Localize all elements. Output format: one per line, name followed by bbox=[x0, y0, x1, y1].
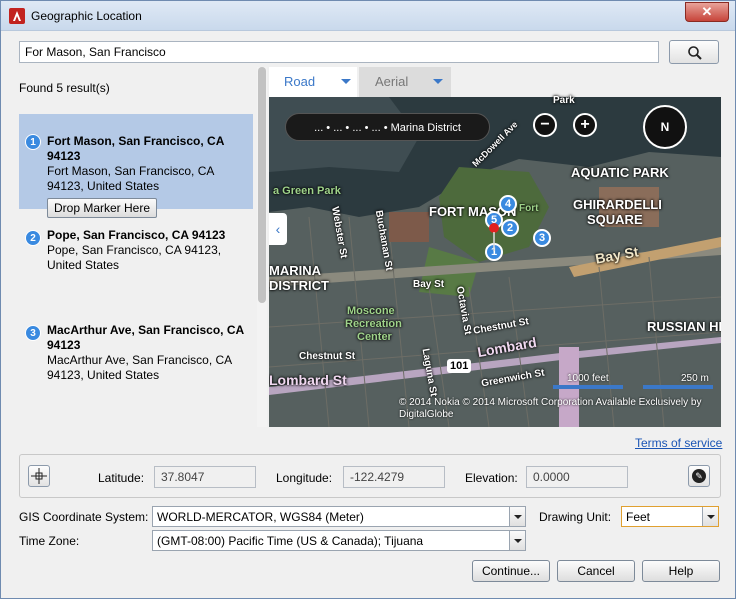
map-label-green-park: a Green Park bbox=[273, 185, 341, 197]
zoom-out-button[interactable]: − bbox=[533, 113, 557, 137]
tab-aerial-label: Aerial bbox=[375, 74, 409, 89]
map-type-tabs: Road Aerial bbox=[269, 67, 721, 97]
result-marker-4[interactable]: 4 bbox=[499, 195, 517, 213]
map-label-lombard-st: Lombard St bbox=[269, 372, 347, 388]
geographic-location-dialog: Geographic Location ✕ Found 5 result(s) … bbox=[0, 0, 736, 599]
chevron-down-icon[interactable] bbox=[509, 507, 525, 526]
tab-aerial[interactable]: Aerial bbox=[359, 67, 451, 97]
scale-label-feet: 1000 feet bbox=[567, 373, 609, 384]
drop-marker-button[interactable]: Drop Marker Here bbox=[47, 198, 158, 218]
result-address: Pope, San Francisco, CA 94123, United St… bbox=[47, 243, 222, 272]
terms-of-service-link[interactable]: Terms of service bbox=[635, 436, 722, 450]
cancel-button[interactable]: Cancel bbox=[557, 560, 635, 582]
results-count: Found 5 result(s) bbox=[19, 81, 110, 95]
drawing-unit-value: Feet bbox=[626, 510, 651, 524]
map-label-ghirardelli: GHIRARDELLI bbox=[573, 197, 662, 212]
highway-101-shield: 101 bbox=[447, 359, 472, 373]
map-label-fort: Fort bbox=[519, 203, 539, 214]
map-label-district: DISTRICT bbox=[269, 278, 329, 293]
tab-road-label: Road bbox=[284, 74, 316, 89]
close-button[interactable]: ✕ bbox=[685, 2, 729, 22]
map-label-russian-hill: RUSSIAN HIL bbox=[647, 319, 721, 334]
scale-label-meters: 250 m bbox=[681, 373, 709, 384]
map-label-moscone: Moscone bbox=[347, 305, 395, 317]
result-marker-badge: 3 bbox=[25, 325, 41, 341]
time-zone-value: (GMT-08:00) Pacific Time (US & Canada); … bbox=[157, 534, 424, 548]
collapse-panel-button[interactable]: ‹ bbox=[269, 213, 287, 245]
help-button[interactable]: Help bbox=[642, 560, 720, 582]
pick-point-button[interactable] bbox=[28, 465, 50, 487]
continue-button[interactable]: Continue... bbox=[472, 560, 550, 582]
scrollbar-thumb[interactable] bbox=[258, 67, 266, 303]
result-title: Pope, San Francisco, CA 94123 bbox=[47, 228, 226, 242]
result-title: Fort Mason, San Francisco, CA 94123 bbox=[47, 134, 224, 163]
pencil-icon: ✎ bbox=[692, 469, 706, 483]
result-marker-2[interactable]: 2 bbox=[501, 219, 519, 237]
result-marker-3[interactable]: 3 bbox=[533, 229, 551, 247]
title-bar: Geographic Location ✕ bbox=[1, 1, 735, 31]
location-pin-icon[interactable] bbox=[489, 223, 499, 251]
map-label-chestnut-st: Chestnut St bbox=[299, 351, 356, 362]
drawing-unit-select[interactable]: Feet bbox=[621, 506, 719, 527]
location-breadcrumb[interactable]: ... • ... • ... • ... • Marina District bbox=[285, 113, 490, 141]
tab-road[interactable]: Road bbox=[269, 67, 357, 97]
time-zone-label: Time Zone: bbox=[19, 534, 80, 548]
edit-coordinates-button[interactable]: ✎ bbox=[688, 465, 710, 487]
gis-coordinate-system-value: WORLD-MERCATOR, WGS84 (Meter) bbox=[157, 510, 364, 524]
map-label-recreation: Recreation bbox=[345, 318, 402, 330]
map-label-center: Center bbox=[357, 331, 392, 343]
zoom-in-button[interactable]: + bbox=[573, 113, 597, 137]
map-label-aquatic-park: AQUATIC PARK bbox=[571, 165, 669, 180]
elevation-field[interactable]: 0.0000 bbox=[526, 466, 628, 488]
result-address: MacArthur Ave, San Francisco, CA 94123, … bbox=[47, 353, 232, 382]
drawing-unit-label: Drawing Unit: bbox=[539, 510, 612, 524]
location-search-input[interactable] bbox=[19, 41, 659, 63]
latitude-label: Latitude: bbox=[98, 471, 145, 485]
map-panel[interactable]: Road Aerial ... • ... • ... • ... • Mari… bbox=[269, 67, 721, 427]
result-address: Fort Mason, San Francisco, CA 94123, Uni… bbox=[47, 164, 214, 193]
search-button[interactable] bbox=[669, 40, 719, 64]
result-title: MacArthur Ave, San Francisco, CA 94123 bbox=[47, 323, 244, 352]
longitude-label: Longitude: bbox=[276, 471, 333, 485]
result-item-3[interactable]: 3 MacArthur Ave, San Francisco, CA 94123… bbox=[19, 317, 253, 392]
chevron-left-icon: ‹ bbox=[275, 221, 281, 237]
compass-north-icon: N bbox=[660, 120, 670, 134]
search-icon bbox=[688, 46, 702, 60]
map-label-park: Park bbox=[553, 95, 575, 106]
gis-coordinate-system-label: GIS Coordinate System: bbox=[19, 510, 149, 524]
result-marker-badge: 2 bbox=[25, 230, 41, 246]
crosshair-icon bbox=[31, 468, 47, 484]
map-copyright: © 2014 Nokia © 2014 Microsoft Corporatio… bbox=[399, 397, 702, 420]
map-label-square: SQUARE bbox=[587, 212, 643, 227]
longitude-field[interactable]: -122.4279 bbox=[343, 466, 445, 488]
time-zone-select[interactable]: (GMT-08:00) Pacific Time (US & Canada); … bbox=[152, 530, 526, 551]
chevron-down-icon[interactable] bbox=[433, 79, 443, 84]
results-scrollbar[interactable] bbox=[257, 67, 267, 427]
result-item-1[interactable]: 1 Fort Mason, San Francisco, CA 94123 Fo… bbox=[19, 114, 253, 218]
scale-bar-meters bbox=[643, 385, 713, 389]
result-marker-badge: 1 bbox=[25, 134, 41, 150]
coordinates-group: Latitude: 37.8047 Longitude: -122.4279 E… bbox=[19, 454, 721, 498]
gis-coordinate-system-select[interactable]: WORLD-MERCATOR, WGS84 (Meter) bbox=[152, 506, 526, 527]
window-title: Geographic Location bbox=[31, 9, 142, 23]
chevron-down-icon[interactable] bbox=[341, 79, 351, 84]
compass-control[interactable]: N bbox=[643, 105, 687, 149]
autocad-app-icon bbox=[9, 8, 25, 24]
chevron-down-icon[interactable] bbox=[702, 507, 718, 526]
chevron-down-icon[interactable] bbox=[509, 531, 525, 550]
results-list: 1 Fort Mason, San Francisco, CA 94123 Fo… bbox=[19, 109, 253, 425]
map-label-marina: MARINA bbox=[269, 263, 321, 278]
map-label-bay-st-2: Bay St bbox=[413, 279, 445, 290]
scale-bar-feet bbox=[553, 385, 623, 389]
elevation-label: Elevation: bbox=[465, 471, 518, 485]
latitude-field[interactable]: 37.8047 bbox=[154, 466, 256, 488]
result-item-2[interactable]: 2 Pope, San Francisco, CA 94123 Pope, Sa… bbox=[19, 222, 253, 282]
